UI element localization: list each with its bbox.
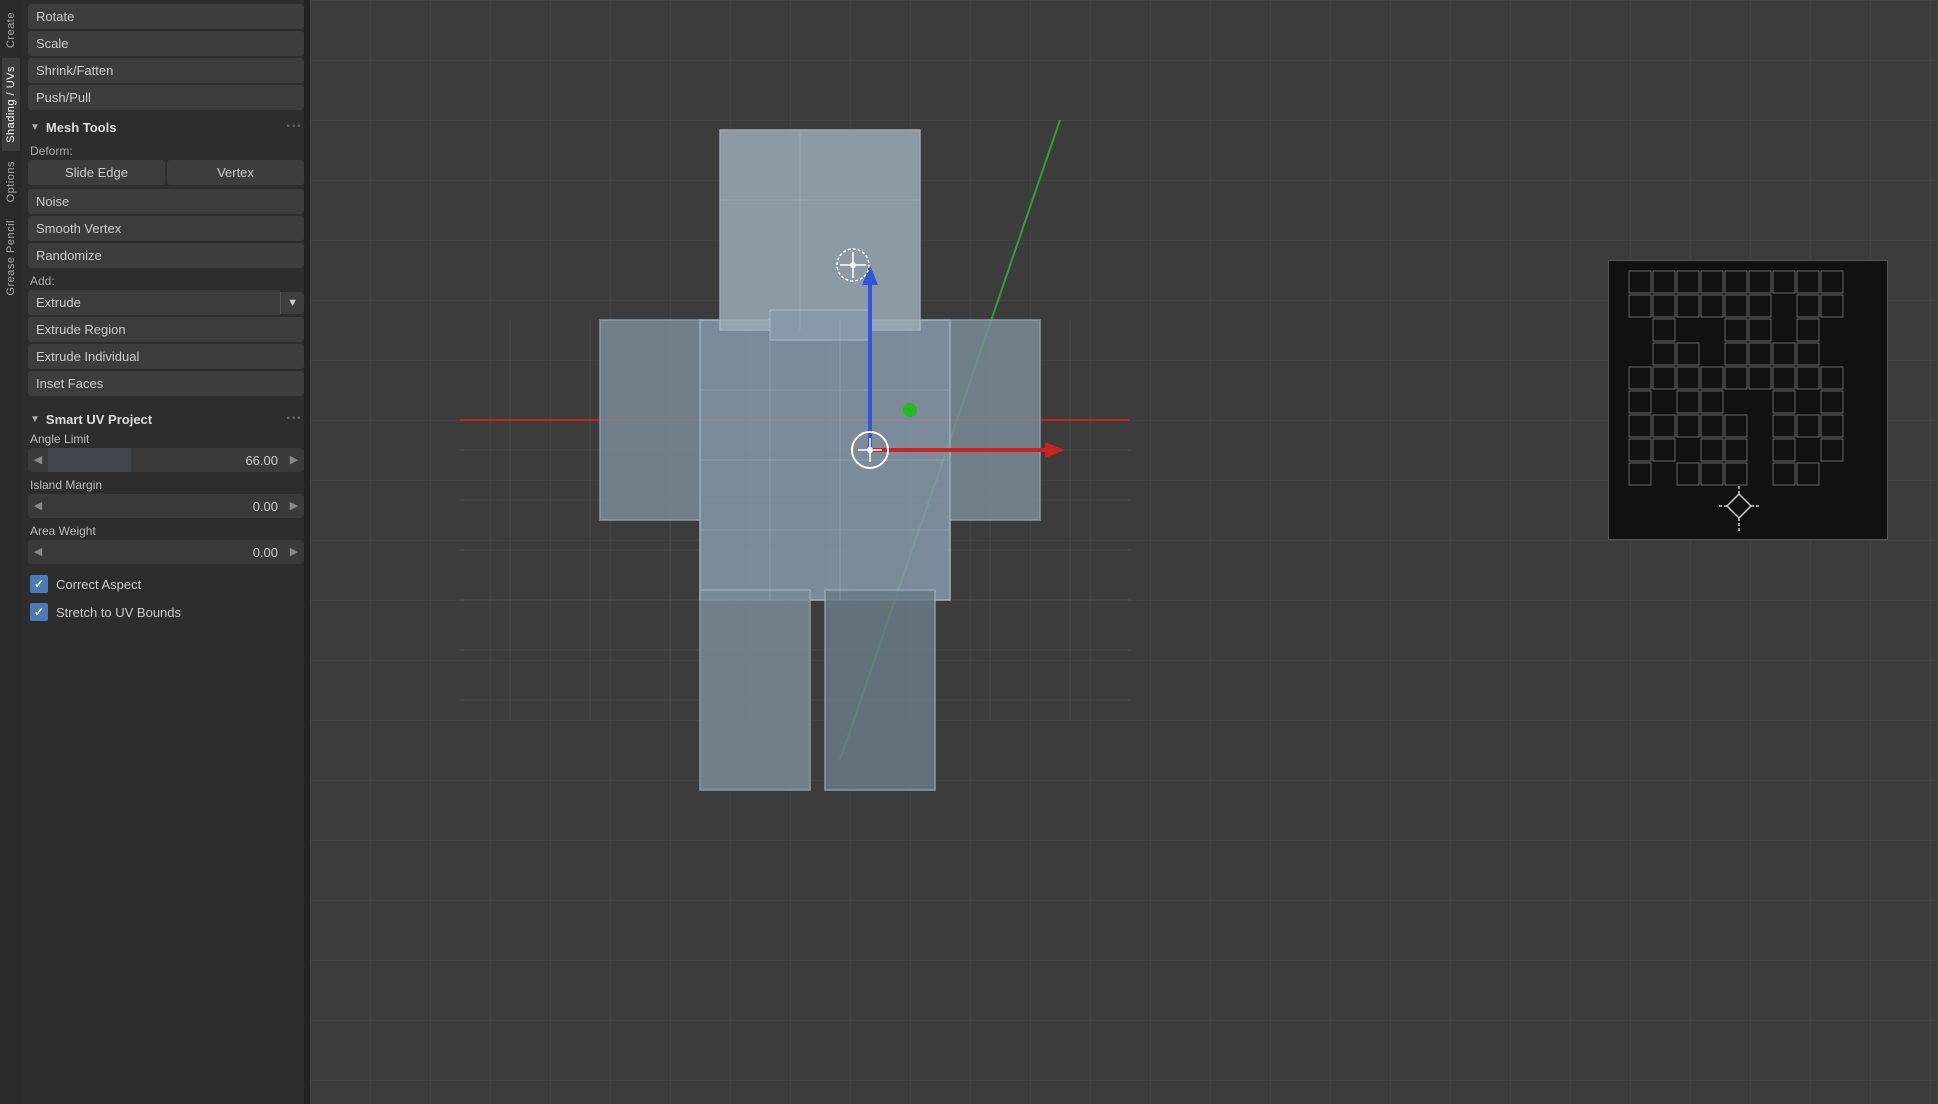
- push-pull-button[interactable]: Push/Pull: [28, 85, 304, 110]
- correct-aspect-label: Correct Aspect: [56, 577, 141, 592]
- island-margin-increase[interactable]: ▶: [284, 494, 304, 518]
- area-weight-decrease[interactable]: ◀: [28, 540, 48, 564]
- smart-uv-arrow: ▼: [30, 414, 40, 425]
- island-margin-field: Island Margin ◀ 0.00 ▶: [28, 478, 304, 518]
- viewport-scene: [310, 0, 1938, 1104]
- shrink-fatten-button[interactable]: Shrink/Fatten: [28, 58, 304, 83]
- extrude-individual-button[interactable]: Extrude Individual: [28, 344, 304, 369]
- correct-aspect-row[interactable]: ✓ Correct Aspect: [28, 570, 304, 598]
- island-margin-value: 0.00: [48, 499, 284, 514]
- tab-options[interactable]: Options: [2, 153, 20, 210]
- stretch-to-uv-check-icon: ✓: [34, 605, 44, 619]
- noise-button[interactable]: Noise: [28, 189, 304, 214]
- angle-limit-field: Angle Limit ◀ 66.00 ▶: [28, 432, 304, 472]
- smooth-vertex-button[interactable]: Smooth Vertex: [28, 216, 304, 241]
- extrude-dropdown-arrow[interactable]: ▼: [280, 292, 304, 314]
- slide-edge-button[interactable]: Slide Edge: [28, 160, 165, 185]
- tab-create[interactable]: Create: [2, 4, 20, 56]
- angle-limit-decrease[interactable]: ◀: [28, 448, 48, 472]
- area-weight-field: Area Weight ◀ 0.00 ▶: [28, 524, 304, 564]
- mesh-tools-header[interactable]: ▼ Mesh Tools ···: [28, 112, 304, 140]
- inset-faces-button[interactable]: Inset Faces: [28, 371, 304, 396]
- smart-uv-title: Smart UV Project: [46, 412, 152, 427]
- add-label: Add:: [28, 270, 304, 290]
- island-margin-decrease[interactable]: ◀: [28, 494, 48, 518]
- angle-limit-value: 66.00: [48, 453, 284, 468]
- rotate-button[interactable]: Rotate: [28, 4, 304, 29]
- uv-grid-svg: [1609, 261, 1888, 540]
- island-margin-slider[interactable]: ◀ 0.00 ▶: [28, 494, 304, 518]
- tab-strip: Create Shading / UVs Options Grease Penc…: [0, 0, 22, 1104]
- area-weight-slider[interactable]: ◀ 0.00 ▶: [28, 540, 304, 564]
- slide-vertex-row: Slide Edge Vertex: [28, 160, 304, 187]
- randomize-button[interactable]: Randomize: [28, 243, 304, 268]
- correct-aspect-check-icon: ✓: [34, 577, 44, 591]
- uv-editor-thumbnail: [1608, 260, 1888, 540]
- panel-content: Rotate Scale Shrink/Fatten Push/Pull ▼ M…: [22, 0, 310, 1104]
- correct-aspect-checkbox[interactable]: ✓: [30, 575, 48, 593]
- main-viewport[interactable]: [310, 0, 1938, 1104]
- extrude-dropdown-row: Extrude ▼: [28, 290, 304, 315]
- mesh-tools-dots: ···: [286, 118, 302, 136]
- tab-grease-pencil[interactable]: Grease Pencil: [2, 212, 20, 304]
- extrude-button[interactable]: Extrude: [28, 290, 280, 315]
- mesh-tools-arrow: ▼: [30, 122, 40, 133]
- smart-uv-header[interactable]: ▼ Smart UV Project ···: [28, 404, 304, 432]
- scale-button[interactable]: Scale: [28, 31, 304, 56]
- sidebar: Create Shading / UVs Options Grease Penc…: [0, 0, 310, 1104]
- stretch-to-uv-label: Stretch to UV Bounds: [56, 605, 181, 620]
- mesh-tools-title: Mesh Tools: [46, 120, 117, 135]
- tab-shading-uvs[interactable]: Shading / UVs: [2, 58, 20, 151]
- island-margin-label: Island Margin: [28, 478, 304, 492]
- smart-uv-dots: ···: [286, 410, 302, 428]
- angle-limit-increase[interactable]: ▶: [284, 448, 304, 472]
- area-weight-label: Area Weight: [28, 524, 304, 538]
- extrude-region-button[interactable]: Extrude Region: [28, 317, 304, 342]
- stretch-to-uv-row[interactable]: ✓ Stretch to UV Bounds: [28, 598, 304, 626]
- smart-uv-section: ▼ Smart UV Project ··· Angle Limit ◀ 66.…: [28, 404, 304, 626]
- area-weight-value: 0.00: [48, 545, 284, 560]
- area-weight-increase[interactable]: ▶: [284, 540, 304, 564]
- deform-label: Deform:: [28, 140, 304, 160]
- angle-limit-slider[interactable]: ◀ 66.00 ▶: [28, 448, 304, 472]
- stretch-to-uv-checkbox[interactable]: ✓: [30, 603, 48, 621]
- angle-limit-label: Angle Limit: [28, 432, 304, 446]
- vertex-button[interactable]: Vertex: [167, 160, 304, 185]
